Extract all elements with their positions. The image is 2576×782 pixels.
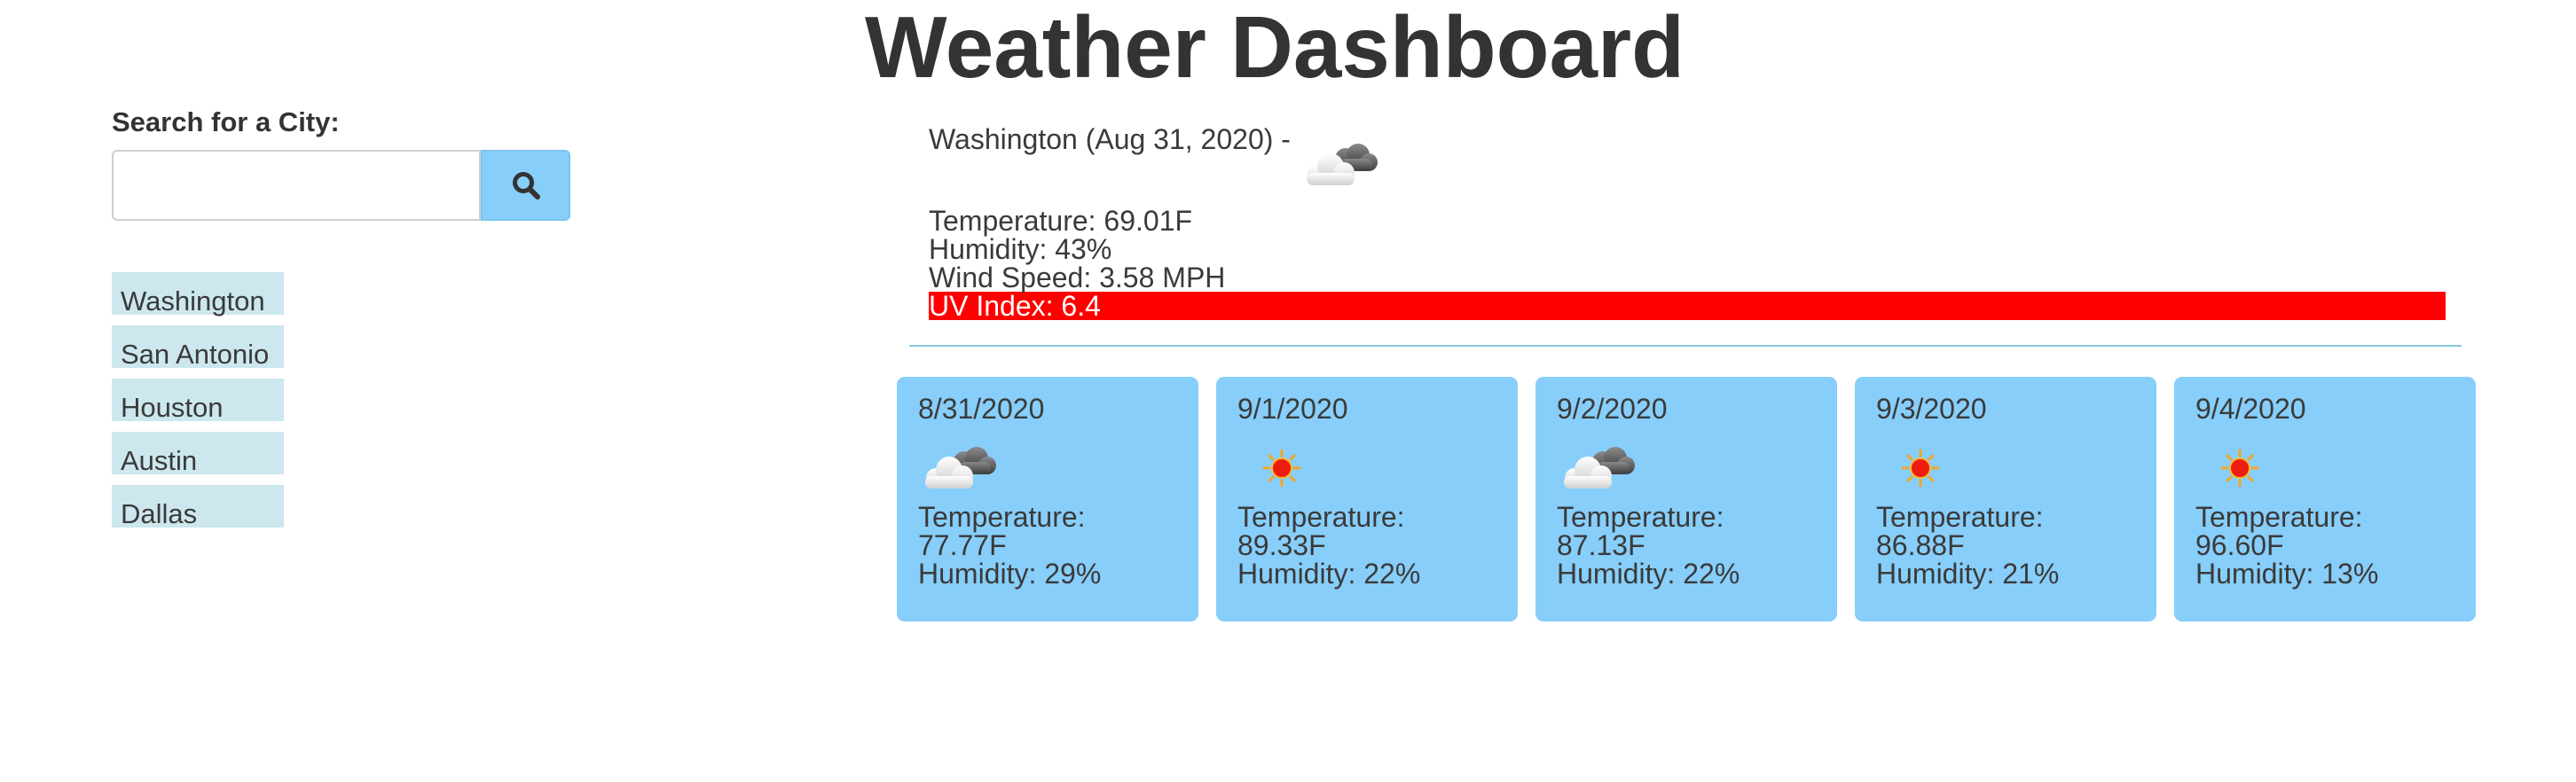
history-item-austin[interactable]: Austin	[112, 432, 284, 474]
forecast-humidity: Humidity: 22%	[1237, 558, 1421, 590]
forecast-temp-label: Temperature:	[1237, 501, 1405, 533]
sun-icon	[2195, 434, 2476, 503]
current-weather-header: Washington (Aug 31, 2020) -	[929, 121, 2446, 207]
cloudy-icon	[918, 434, 1198, 503]
search-icon	[512, 172, 540, 199]
forecast-date: 9/2/2020	[1557, 393, 1668, 425]
history-item-washington[interactable]: Washington	[112, 272, 284, 315]
forecast-card: 8/31/2020 Temperature: 77.77F Humidity: …	[897, 377, 1198, 622]
forecast-temp-value: 96.60F	[2195, 529, 2284, 561]
forecast-date: 8/31/2020	[918, 393, 1045, 425]
five-day-forecast: 8/31/2020 Temperature: 77.77F Humidity: …	[897, 377, 2476, 622]
current-city-date: Washington (Aug 31, 2020) -	[929, 123, 1291, 155]
forecast-date: 9/3/2020	[1876, 393, 1987, 425]
search-button[interactable]	[481, 150, 570, 221]
forecast-card: 9/3/2020 Temperature: 86.88F Humidity: 2…	[1855, 377, 2156, 622]
forecast-temp-value: 89.33F	[1237, 529, 1326, 561]
sun-icon	[1237, 434, 1518, 503]
city-search-input[interactable]	[112, 150, 481, 221]
history-item-houston[interactable]: Houston	[112, 379, 284, 421]
forecast-temp-label: Temperature:	[1557, 501, 1724, 533]
forecast-temp-value: 87.13F	[1557, 529, 1645, 561]
forecast-humidity: Humidity: 13%	[2195, 558, 2379, 590]
search-history-list: Washington San Antonio Houston Austin Da…	[112, 272, 284, 538]
current-humidity: Humidity: 43%	[929, 233, 1112, 265]
cloudy-icon	[1300, 139, 1379, 199]
forecast-date: 9/1/2020	[1237, 393, 1348, 425]
forecast-card: 9/2/2020 Temperature: 87.13F Humidity: 2…	[1535, 377, 1837, 622]
current-wind-speed: Wind Speed: 3.58 MPH	[929, 262, 1226, 293]
weather-dashboard: Weather Dashboard Search for a City: Was…	[0, 0, 2576, 782]
forecast-humidity: Humidity: 29%	[918, 558, 1102, 590]
forecast-date: 9/4/2020	[2195, 393, 2306, 425]
forecast-humidity: Humidity: 22%	[1557, 558, 1740, 590]
history-item-san-antonio[interactable]: San Antonio	[112, 325, 284, 368]
forecast-card: 9/1/2020 Temperature: 89.33F Humidity: 2…	[1216, 377, 1518, 622]
forecast-temp-label: Temperature:	[918, 501, 1086, 533]
search-label: Search for a City:	[112, 106, 340, 137]
cloudy-icon	[1557, 434, 1837, 503]
forecast-temp-value: 86.88F	[1876, 529, 1965, 561]
current-weather-panel: Washington (Aug 31, 2020) - Temperature:…	[929, 121, 2446, 320]
forecast-humidity: Humidity: 21%	[1876, 558, 2060, 590]
history-item-dallas[interactable]: Dallas	[112, 485, 284, 528]
forecast-card: 9/4/2020 Temperature: 96.60F Humidity: 1…	[2174, 377, 2476, 622]
page-title: Weather Dashboard	[865, 0, 1685, 96]
forecast-temp-value: 77.77F	[918, 529, 1007, 561]
uv-index-bar: UV Index: 6.4	[929, 292, 2446, 320]
forecast-temp-label: Temperature:	[2195, 501, 2363, 533]
section-divider	[909, 345, 2462, 347]
forecast-temp-label: Temperature:	[1876, 501, 2044, 533]
current-temperature: Temperature: 69.01F	[929, 205, 1193, 237]
sun-icon	[1876, 434, 2156, 503]
